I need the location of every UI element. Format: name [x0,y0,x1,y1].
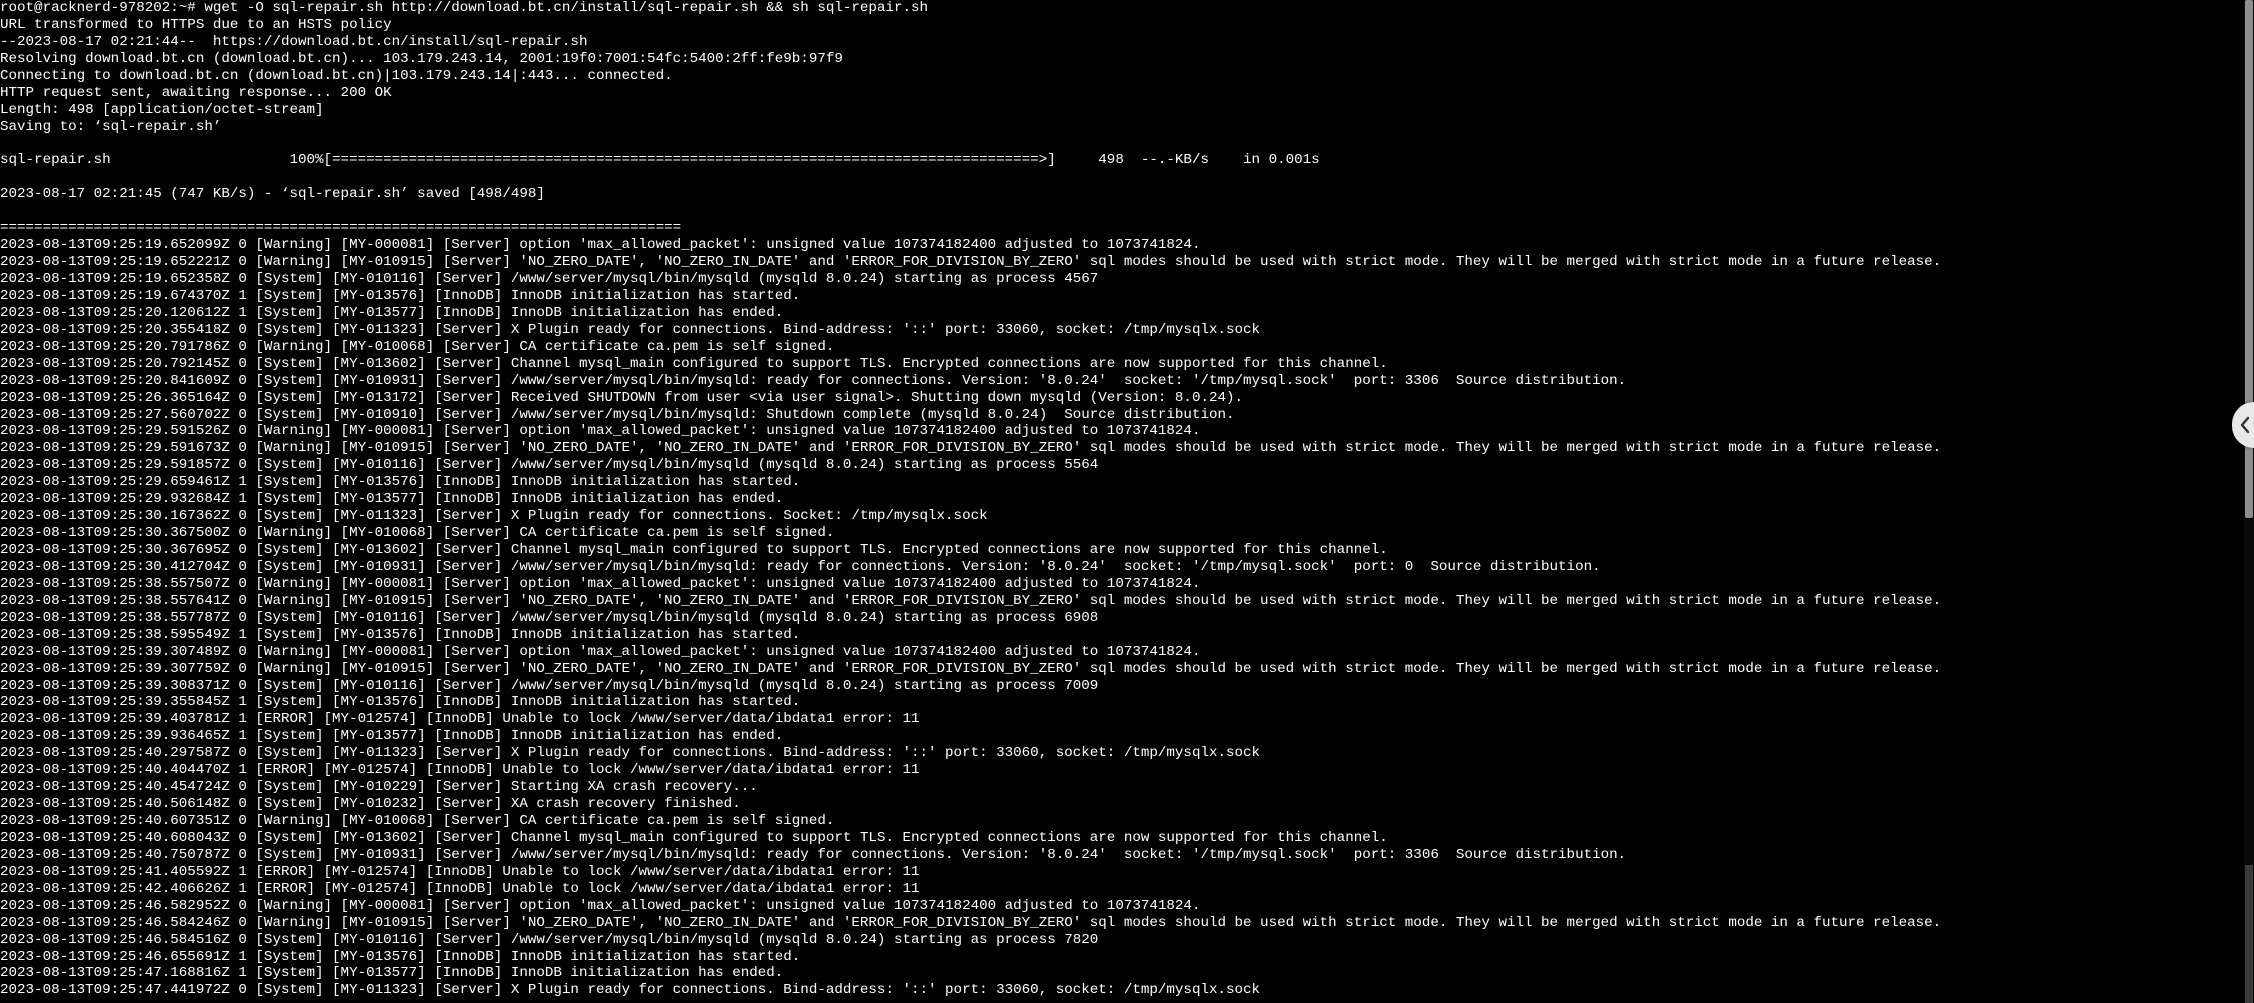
terminal-line: 2023-08-13T09:25:38.557641Z 0 [Warning] … [0,592,1942,609]
terminal-line: 2023-08-13T09:25:38.557507Z 0 [Warning] … [0,575,1201,592]
terminal-line: Length: 498 [application/octet-stream] [0,101,324,118]
terminal-line: 2023-08-13T09:25:19.652358Z 0 [System] [… [0,271,1099,287]
terminal-line: 2023-08-13T09:25:42.406626Z 1 [ERROR] [M… [0,880,920,897]
terminal-line: 2023-08-13T09:25:46.582952Z 0 [Warning] … [0,897,1201,914]
terminal-line: Connecting to download.bt.cn (download.b… [0,67,673,84]
terminal-line: 2023-08-13T09:25:19.652221Z 0 [Warning] … [0,254,1942,271]
terminal-line: 2023-08-13T09:25:40.297587Z 0 [System] [… [0,745,1261,762]
terminal-line: 2023-08-13T09:25:27.560702Z 0 [System] [… [0,406,1235,423]
terminal-line: ========================================… [0,220,682,237]
terminal-line: 2023-08-13T09:25:39.355845Z 1 [System] [… [0,694,801,711]
terminal-line: sql-repair.sh 100%[=====================… [0,152,1320,169]
chevron-left-icon [2240,416,2250,434]
terminal-line: 2023-08-13T09:25:30.367500Z 0 [Warning] … [0,525,835,542]
terminal-line: 2023-08-13T09:25:29.932684Z 1 [System] [… [0,491,784,508]
terminal-line: 2023-08-13T09:25:47.168816Z 1 [System] [… [0,965,784,982]
terminal-line: 2023-08-13T09:25:30.167362Z 0 [System] [… [0,508,988,525]
terminal-line: 2023-08-13T09:25:39.307759Z 0 [Warning] … [0,660,1942,677]
terminal-line: 2023-08-13T09:25:39.308371Z 0 [System] [… [0,677,1099,694]
terminal-output: root@racknerd-978202:~# wget -O sql-repa… [0,0,2240,999]
terminal-line: 2023-08-13T09:25:46.584246Z 0 [Warning] … [0,914,1942,931]
terminal-line: --2023-08-17 02:21:44-- https://download… [0,33,588,50]
terminal-line: 2023-08-13T09:25:41.405592Z 1 [ERROR] [M… [0,863,920,880]
terminal-line: 2023-08-13T09:25:40.506148Z 0 [System] [… [0,796,741,813]
terminal-line: Saving to: ‘sql-repair.sh’ [0,118,222,135]
terminal-line: 2023-08-13T09:25:20.791786Z 0 [Warning] … [0,338,835,355]
terminal-line: 2023-08-13T09:25:39.936465Z 1 [System] [… [0,728,784,745]
terminal-line: 2023-08-13T09:25:20.841609Z 0 [System] [… [0,372,1627,389]
terminal-line: 2023-08-13T09:25:47.441972Z 0 [System] [… [0,982,1261,999]
terminal-line: 2023-08-13T09:25:38.595549Z 1 [System] [… [0,626,801,643]
terminal-line: 2023-08-13T09:25:29.591673Z 0 [Warning] … [0,440,1942,457]
terminal-line: 2023-08-13T09:25:40.454724Z 0 [System] [… [0,779,758,796]
terminal-line: 2023-08-13T09:25:40.608043Z 0 [System] [… [0,829,1388,846]
terminal-line: 2023-08-13T09:25:38.557787Z 0 [System] [… [0,609,1099,626]
terminal-line: 2023-08-13T09:25:20.355418Z 0 [System] [… [0,321,1261,338]
terminal-line: 2023-08-13T09:25:29.659461Z 1 [System] [… [0,474,801,491]
terminal-line: root@racknerd-978202:~# wget -O sql-repa… [0,0,929,16]
terminal-line: 2023-08-13T09:25:46.584516Z 0 [System] [… [0,931,1099,948]
terminal-line: 2023-08-13T09:25:29.591857Z 0 [System] [… [0,457,1099,474]
terminal-line: 2023-08-13T09:25:46.655691Z 1 [System] [… [0,948,801,965]
terminal-line: Resolving download.bt.cn (download.bt.cn… [0,50,843,67]
terminal-line: 2023-08-13T09:25:40.607351Z 0 [Warning] … [0,813,835,829]
terminal-line: 2023-08-13T09:25:19.674370Z 1 [System] [… [0,287,801,304]
terminal-line: 2023-08-13T09:25:20.120612Z 1 [System] [… [0,304,784,321]
terminal-line: 2023-08-13T09:25:39.307489Z 0 [Warning] … [0,643,1201,660]
terminal-line: 2023-08-13T09:25:29.591526Z 0 [Warning] … [0,423,1201,440]
terminal-line: URL transformed to HTTPS due to an HSTS … [0,16,392,33]
terminal-line: 2023-08-13T09:25:19.652099Z 0 [Warning] … [0,237,1201,254]
terminal-line: 2023-08-13T09:25:26.365164Z 0 [System] [… [0,389,1244,406]
vertical-scrollbar[interactable] [2244,0,2254,1003]
terminal-line: 2023-08-13T09:25:30.367695Z 0 [System] [… [0,542,1388,558]
terminal-line: 2023-08-13T09:25:30.412704Z 0 [System] [… [0,558,1601,575]
terminal-line: 2023-08-13T09:25:20.792145Z 0 [System] [… [0,355,1388,372]
terminal-line: HTTP request sent, awaiting response... … [0,84,392,101]
terminal-line: 2023-08-13T09:25:39.403781Z 1 [ERROR] [M… [0,711,920,728]
scrollbar-track-lower [2245,865,2253,1003]
terminal-window[interactable]: root@racknerd-978202:~# wget -O sql-repa… [0,0,2254,1003]
terminal-line: 2023-08-17 02:21:45 (747 KB/s) - ‘sql-re… [0,186,545,203]
terminal-line: 2023-08-13T09:25:40.404470Z 1 [ERROR] [M… [0,762,920,779]
terminal-line: 2023-08-13T09:25:40.750787Z 0 [System] [… [0,846,1627,863]
